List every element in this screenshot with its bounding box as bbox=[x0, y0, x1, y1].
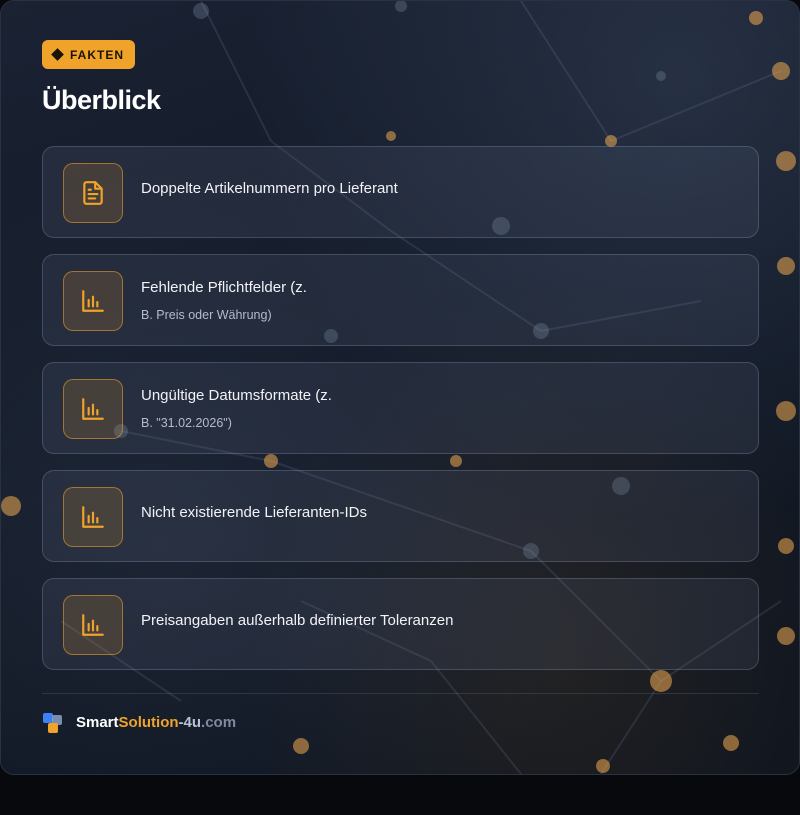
bar-chart-icon bbox=[82, 506, 104, 528]
bar-chart-icon bbox=[82, 290, 104, 312]
list-item: Fehlende Pflichtfelder (z. B. Preis oder… bbox=[42, 254, 759, 346]
item-icon-box bbox=[63, 271, 123, 331]
brand-part-com: .com bbox=[201, 713, 237, 731]
badge-label: FAKTEN bbox=[70, 47, 124, 62]
item-icon-box bbox=[63, 379, 123, 439]
brand-logo-link[interactable]: SmartSolution-4u.com bbox=[42, 711, 236, 733]
brand-name: SmartSolution-4u.com bbox=[76, 714, 236, 731]
item-subtext: B. Preis oder Währung) bbox=[141, 308, 272, 322]
facts-badge: FAKTEN bbox=[42, 40, 135, 69]
item-icon-box bbox=[63, 595, 123, 655]
item-subtext: B. "31.02.2026") bbox=[141, 416, 232, 430]
list-item: Nicht existierende Lieferanten-IDs bbox=[42, 470, 759, 562]
item-text: Doppelte Artikelnummern pro Lieferant bbox=[141, 180, 398, 197]
item-text: Ungültige Datumsformate (z. bbox=[141, 387, 332, 404]
list-item: Ungültige Datumsformate (z. B. "31.02.20… bbox=[42, 362, 759, 454]
brand-logo-icon bbox=[42, 711, 64, 733]
item-text: Fehlende Pflichtfelder (z. bbox=[141, 279, 307, 296]
list-item: Doppelte Artikelnummern pro Lieferant bbox=[42, 146, 759, 238]
bar-chart-icon bbox=[82, 614, 104, 636]
diamond-icon bbox=[51, 48, 64, 61]
item-icon-box bbox=[63, 163, 123, 223]
page-title: Überblick bbox=[42, 85, 161, 115]
brand-part-solution: Solution bbox=[118, 713, 179, 731]
brand-part-4u: -4u bbox=[178, 713, 202, 731]
item-text: Preisangaben außerhalb definierter Toler… bbox=[141, 612, 454, 629]
list-item: Preisangaben außerhalb definierter Toler… bbox=[42, 578, 759, 670]
footer-divider bbox=[42, 693, 759, 694]
brand-part-smart: Smart bbox=[76, 713, 119, 731]
facts-card: FAKTEN Überblick Doppelte Artikelnummern… bbox=[0, 0, 800, 775]
item-text: Nicht existierende Lieferanten-IDs bbox=[141, 504, 367, 521]
document-icon bbox=[83, 181, 103, 205]
item-icon-box bbox=[63, 487, 123, 547]
bar-chart-icon bbox=[82, 398, 104, 420]
